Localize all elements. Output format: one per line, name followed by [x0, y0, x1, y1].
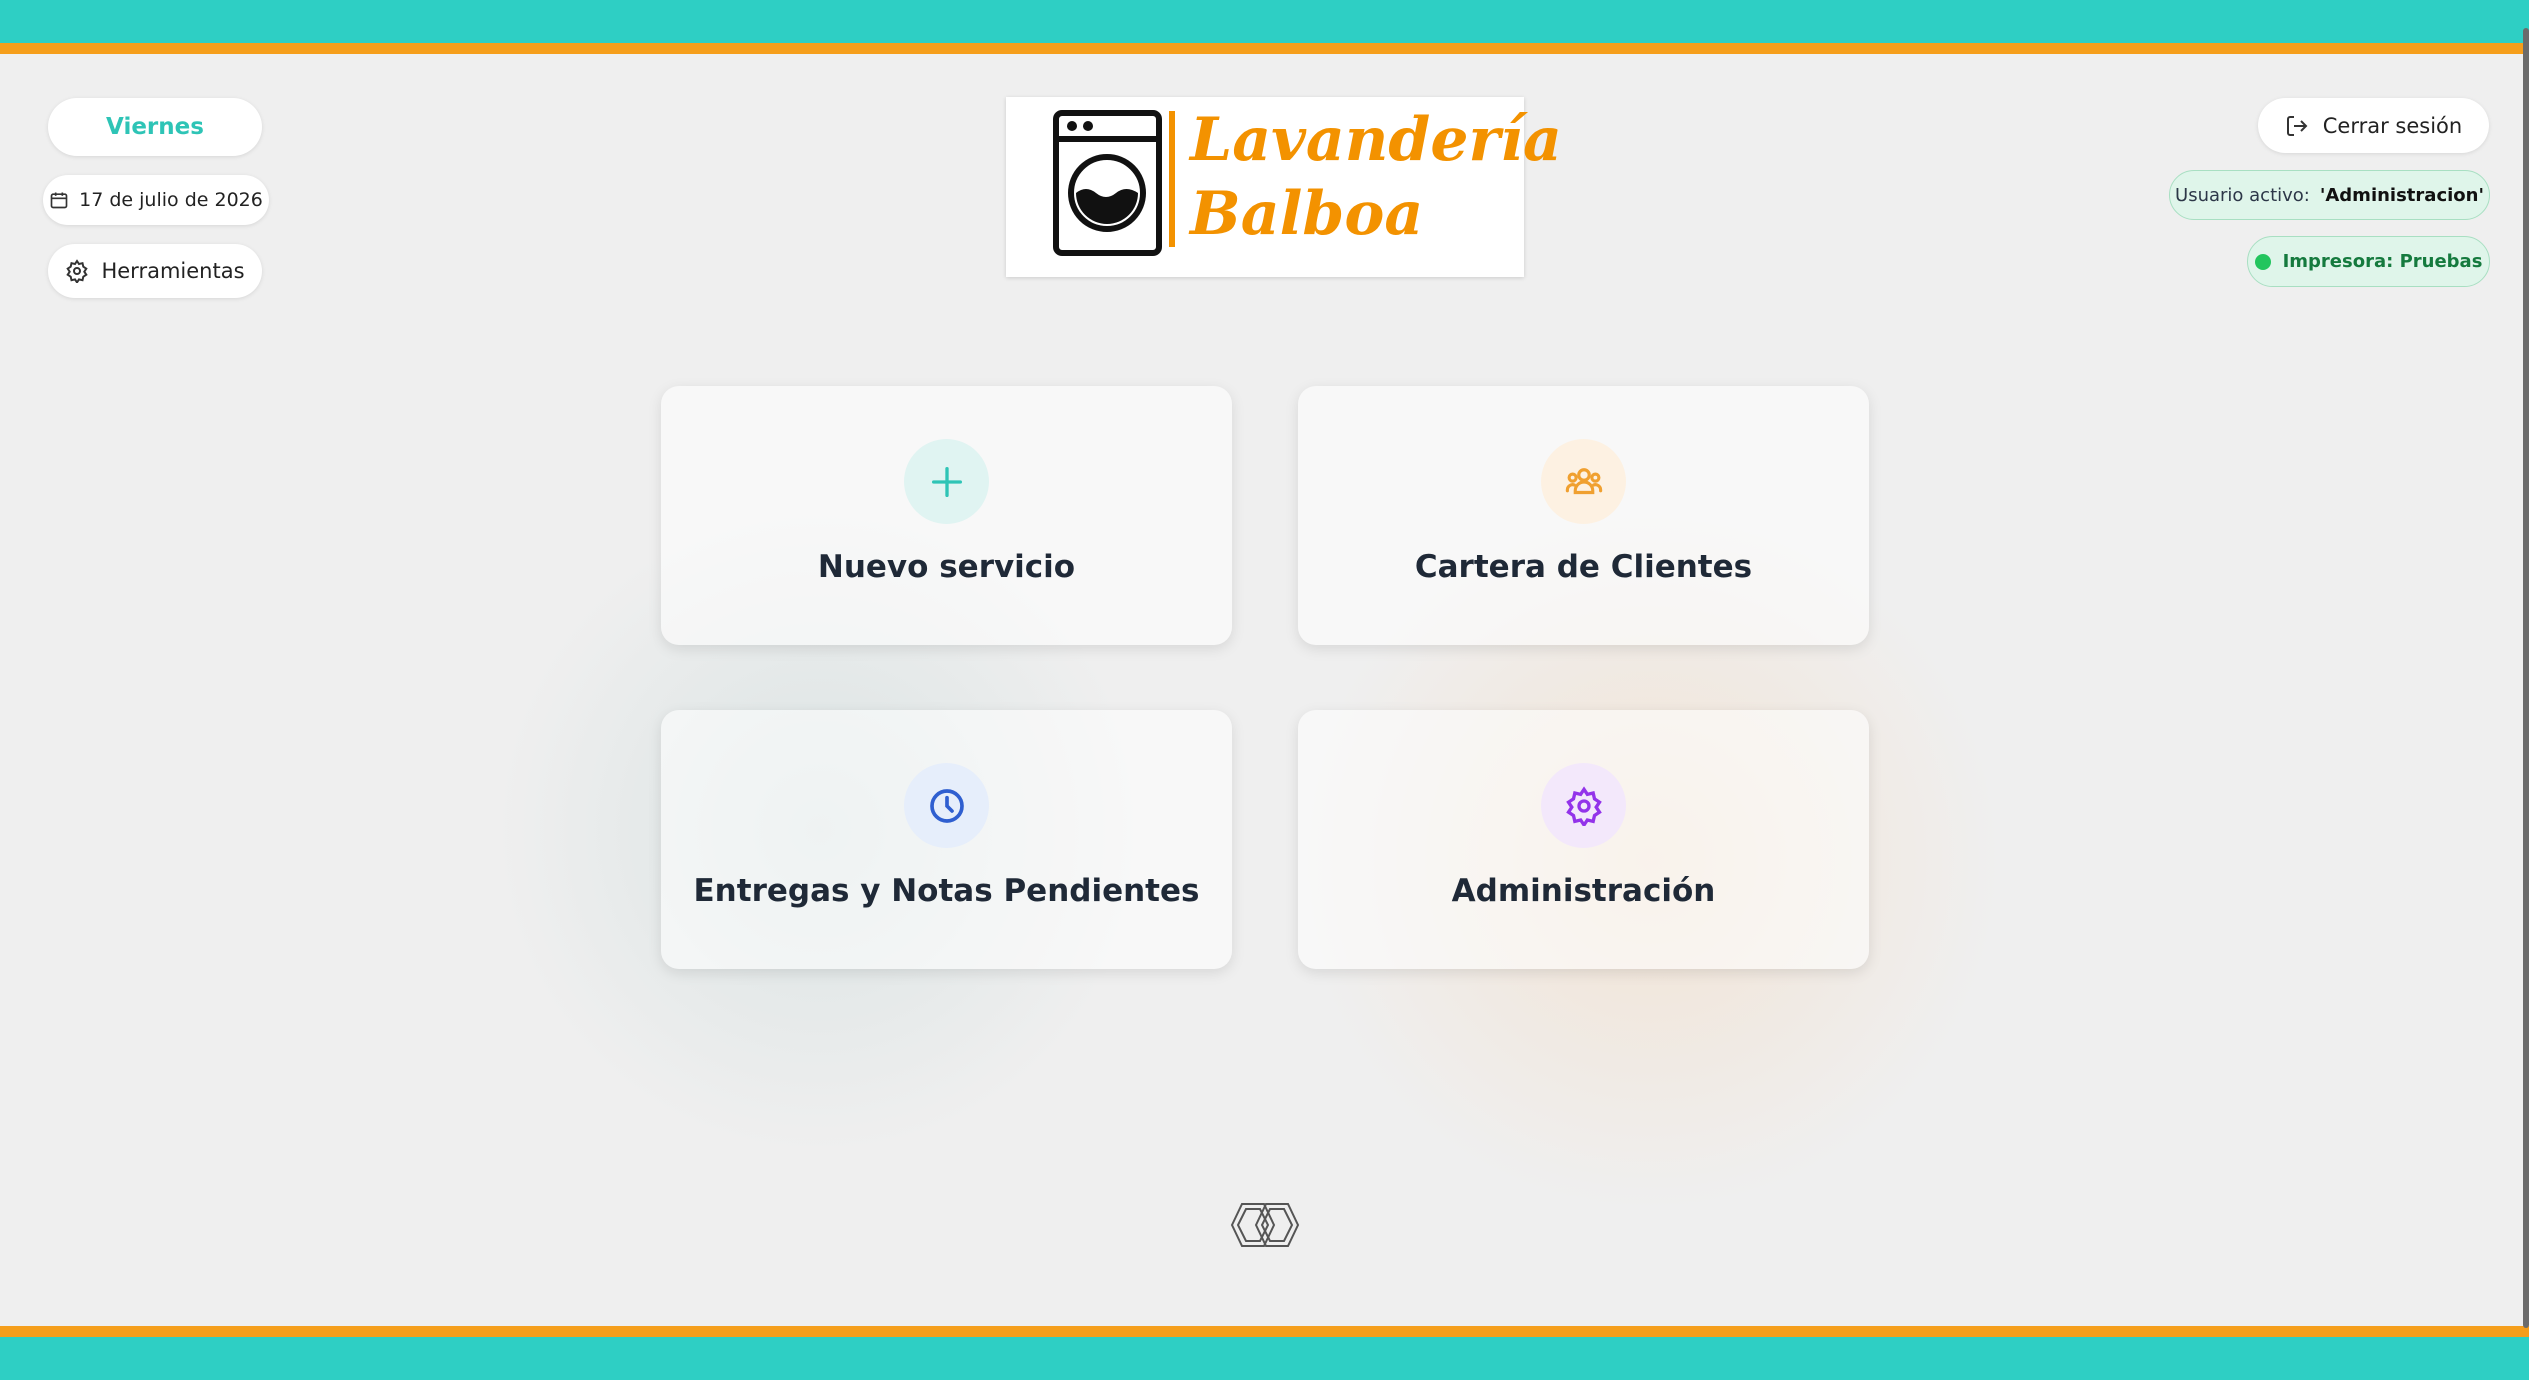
washing-machine-icon: [1053, 110, 1175, 256]
day-badge: Viernes: [48, 98, 262, 156]
tools-button[interactable]: Herramientas: [48, 244, 262, 298]
day-label: Viernes: [106, 114, 204, 140]
printer-status-badge: Impresora: Pruebas: [2247, 236, 2490, 287]
new-service-label: Nuevo servicio: [817, 549, 1076, 585]
pending-deliveries-label: Entregas y Notas Pendientes: [693, 873, 1200, 909]
date-badge: 17 de julio de 2026: [43, 175, 269, 225]
active-user-badge: Usuario activo: 'Administracion': [2169, 170, 2490, 220]
brand-logo: Lavandería Balboa: [1006, 97, 1562, 277]
logout-button[interactable]: Cerrar sesión: [2258, 98, 2489, 153]
bottom-accent-line: [0, 1326, 2529, 1337]
gear-icon: [1565, 785, 1602, 826]
users-icon: [1565, 467, 1602, 494]
bottom-band: [0, 1337, 2529, 1380]
clients-card[interactable]: Cartera de Clientes: [1298, 386, 1869, 645]
clients-label: Cartera de Clientes: [1414, 549, 1753, 585]
brand-line-2: Balboa: [1190, 179, 1424, 249]
new-service-card[interactable]: Nuevo servicio: [661, 386, 1232, 645]
pending-icon-circle: [904, 763, 989, 848]
logout-label: Cerrar sesión: [2322, 113, 2463, 138]
admin-icon-circle: [1541, 763, 1626, 848]
calendar-icon: [50, 192, 68, 209]
page-scrollbar[interactable]: [2523, 28, 2529, 1328]
printer-status-label: Impresora: Pruebas: [2282, 251, 2483, 272]
pending-deliveries-card[interactable]: Entregas y Notas Pendientes: [661, 710, 1232, 969]
clock-icon: [929, 788, 964, 823]
footer-hexagon-logo-icon: [1230, 1203, 1300, 1247]
top-band: [0, 0, 2529, 43]
brand-line-1: Lavandería: [1190, 105, 1562, 175]
clients-icon-circle: [1541, 439, 1626, 524]
brand-name: Lavandería Balboa: [1190, 103, 1562, 251]
logout-icon: [2286, 115, 2308, 136]
active-user-value: 'Administracion': [2319, 184, 2484, 206]
status-dot-icon: [2254, 253, 2271, 270]
new-service-icon-circle: [904, 439, 989, 524]
gear-icon: [66, 259, 89, 283]
date-label: 17 de julio de 2026: [79, 189, 263, 211]
plus-icon: [931, 466, 962, 497]
active-user-label: Usuario activo:: [2175, 184, 2310, 206]
administration-card[interactable]: Administración: [1298, 710, 1869, 969]
tools-label: Herramientas: [101, 259, 245, 283]
administration-label: Administración: [1451, 873, 1716, 909]
top-accent-line: [0, 43, 2529, 54]
